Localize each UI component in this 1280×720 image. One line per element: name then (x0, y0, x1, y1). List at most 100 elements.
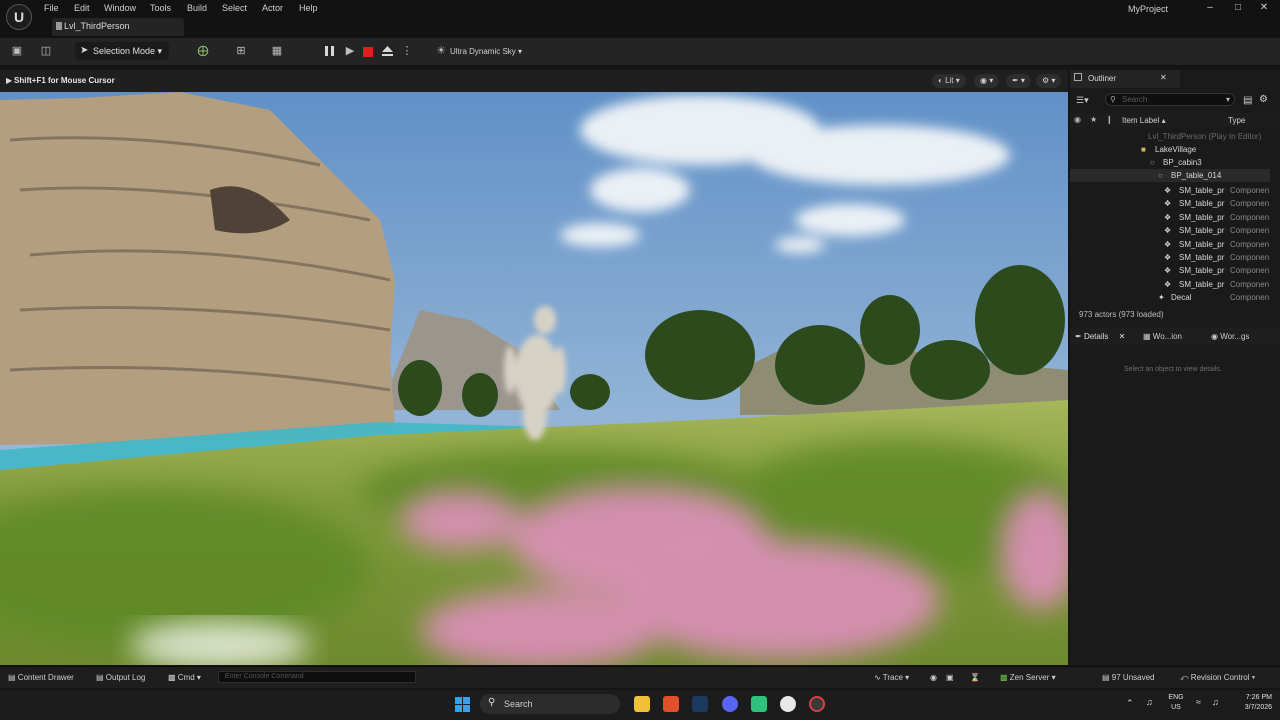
trace-dropdown[interactable]: ∿ Trace ▾ (874, 673, 909, 682)
transform-dropdown[interactable]: ✒ ▾ (1006, 74, 1031, 88)
wifi-icon[interactable]: ≈ (1196, 697, 1201, 707)
content-drawer-button[interactable]: ▤ Content Drawer (8, 673, 74, 682)
tree-row[interactable]: ❖ SM_table_pr Componen (1070, 184, 1270, 197)
zen-server-label: Zen Server (1009, 673, 1050, 682)
add-folder-icon[interactable]: ▤ (1243, 95, 1252, 106)
add-actor-icon[interactable]: ⨁ (196, 44, 210, 58)
level-tab[interactable]: Lvl_ThirdPerson (52, 18, 184, 36)
column-item-label[interactable]: Item Label ▴ (1122, 116, 1166, 125)
menu-edit[interactable]: Edit (74, 3, 90, 13)
viewport-settings-dropdown[interactable]: ⚙ ▾ (1036, 74, 1062, 88)
trace-label: Trace (882, 673, 903, 682)
menu-help[interactable]: Help (299, 3, 318, 13)
tab-world-partition[interactable]: ▦ Wo...ion (1143, 332, 1182, 341)
tree-row[interactable]: ❖ SM_table_pr Componen (1070, 278, 1270, 291)
menu-build[interactable]: Build (187, 3, 207, 13)
cmd-dropdown[interactable]: ▩ Cmd ▾ (168, 673, 201, 682)
recording-app-icon[interactable] (809, 696, 825, 712)
content-drawer-label: Content Drawer (17, 673, 74, 682)
revision-control-dropdown[interactable]: ⤺ Revision Control ▾ (1180, 673, 1255, 683)
show-flags-dropdown[interactable]: ◉ ▾ (974, 74, 1000, 88)
view-mode-dropdown[interactable]: ◐ Lit ▾ (932, 74, 966, 88)
tab-details[interactable]: ✒ Details ✕ (1075, 332, 1125, 341)
save-icon[interactable]: ▣ (10, 44, 24, 58)
console-command-input[interactable]: Enter Console Command (218, 671, 416, 683)
clock[interactable]: 7:26 PM 3/7/2026 (1232, 693, 1272, 713)
unreal-logo-icon[interactable]: U (6, 4, 32, 30)
outliner-search-input[interactable]: ⚲ Search ▾ (1105, 93, 1235, 106)
sky-dropdown[interactable]: Ultra Dynamic Sky ▾ (450, 47, 522, 56)
sun-icon[interactable]: ☀ (434, 44, 448, 58)
outliner-settings-icon[interactable]: ⚙ (1259, 94, 1268, 105)
tree-row-bp-cabin3[interactable]: ○ BP_cabin3 (1070, 156, 1270, 169)
trace-icon: ∿ (874, 673, 881, 682)
hourglass-icon[interactable]: ⌛ (970, 673, 980, 682)
close-tab-icon[interactable]: ✕ (1119, 332, 1126, 341)
cursor-arrow-icon: ➤ (80, 45, 89, 56)
branch-icon: ⤺ (1180, 673, 1189, 682)
tree-row-label: BP_cabin3 (1163, 158, 1202, 167)
eject-icon[interactable] (382, 46, 393, 56)
tree-row[interactable]: ✦ Decal Componen (1070, 291, 1270, 304)
tree-row-label: SM_table_pr (1179, 213, 1225, 222)
level-icon (56, 22, 62, 30)
close-tab-icon[interactable]: ✕ (1160, 73, 1167, 82)
pause-button[interactable] (322, 44, 338, 60)
tree-row-label: SM_table_pr (1179, 280, 1225, 289)
play-arrow-icon: ▶ (6, 76, 13, 85)
discord-icon[interactable] (722, 696, 738, 712)
steam-icon[interactable] (692, 696, 708, 712)
level-viewport[interactable] (0, 70, 1068, 665)
zen-server-dropdown[interactable]: ▩ Zen Server ▾ (1000, 673, 1056, 682)
menu-actor[interactable]: Actor (262, 3, 283, 13)
browse-icon[interactable]: ◫ (39, 44, 53, 58)
maximize-icon[interactable]: □ (1232, 2, 1244, 14)
minimize-icon[interactable]: – (1204, 2, 1216, 14)
record-icon[interactable]: ◉ (930, 673, 937, 682)
tab-outliner[interactable]: Outliner ✕ (1070, 70, 1180, 88)
language-indicator[interactable]: ENG US (1166, 693, 1186, 713)
tree-row[interactable]: ❖ SM_table_pr Componen (1070, 197, 1270, 210)
tree-row[interactable]: ❖ SM_table_pr Componen (1070, 211, 1270, 224)
tree-row-lakevillage[interactable]: ■ LakeVillage (1070, 143, 1270, 156)
windows-start-icon[interactable] (455, 697, 470, 714)
visibility-eye-icon[interactable]: ◉ (1074, 115, 1081, 124)
output-log-button[interactable]: ▤ Output Log (96, 673, 145, 682)
menu-tools[interactable]: Tools (150, 3, 171, 13)
camera-icon[interactable]: ▣ (946, 673, 954, 682)
skip-frame-icon[interactable]: ▶ (343, 44, 357, 58)
menu-file[interactable]: File (44, 3, 59, 13)
close-icon[interactable]: ✕ (1258, 2, 1270, 14)
taskbar-search[interactable]: ⚲ Search (480, 694, 620, 714)
menu-select[interactable]: Select (222, 3, 247, 13)
stop-button[interactable] (363, 47, 373, 57)
tree-row[interactable]: ❖ SM_table_pr Componen (1070, 238, 1270, 251)
brave-browser-icon[interactable] (663, 696, 679, 712)
filter-icon[interactable]: ☰▾ (1076, 95, 1089, 106)
column-item-label-text: Item Label (1122, 116, 1160, 125)
selection-mode-dropdown[interactable]: ➤ Selection Mode ▾ (75, 42, 169, 60)
column-type[interactable]: Type (1228, 116, 1245, 125)
unreal-engine-taskbar-icon[interactable] (780, 696, 796, 712)
favorite-star-icon[interactable]: ★ (1090, 115, 1097, 124)
volume-icon[interactable]: ♫ (1212, 697, 1219, 707)
more-options-icon[interactable]: ⋮ (400, 44, 414, 58)
unsaved-button[interactable]: ▤ 97 Unsaved (1102, 673, 1155, 682)
level-tab-label: Lvl_ThirdPerson (64, 21, 130, 31)
app-icon[interactable] (751, 696, 767, 712)
microphone-icon[interactable]: ♫ (1146, 697, 1153, 707)
tree-row[interactable]: ❖ SM_table_pr Componen (1070, 251, 1270, 264)
pin-icon[interactable]: ❙ (1106, 115, 1113, 124)
menu-window[interactable]: Window (104, 3, 136, 13)
view-mode-label: Lit (945, 76, 954, 85)
tree-row[interactable]: ❖ SM_table_pr Componen (1070, 224, 1270, 237)
cinematics-icon[interactable]: ▦ (270, 44, 284, 58)
tree-row[interactable]: ❖ SM_table_pr Componen (1070, 264, 1270, 277)
tree-row-bp-table-014[interactable]: ○ BP_table_014 (1070, 169, 1270, 182)
tab-world-settings[interactable]: ◉ Wor...gs (1211, 332, 1249, 341)
outliner-header (1070, 113, 1280, 127)
blueprint-icon[interactable]: ⊞ (234, 44, 248, 58)
file-explorer-icon[interactable] (634, 696, 650, 712)
tree-row-level[interactable]: Lvl_ThirdPerson (Play In Editor) (1070, 130, 1270, 143)
tray-chevron-icon[interactable]: ⌃ (1126, 698, 1134, 709)
